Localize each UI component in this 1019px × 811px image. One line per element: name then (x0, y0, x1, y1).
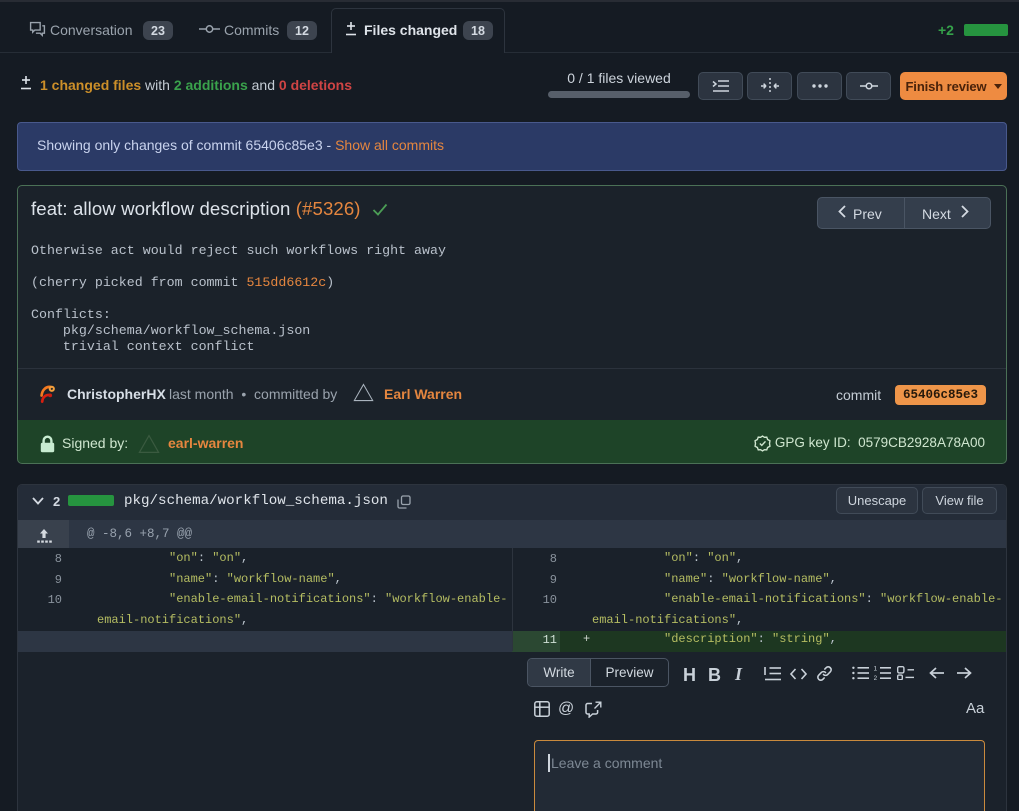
svg-text:1: 1 (874, 666, 878, 673)
svg-text:2: 2 (874, 675, 878, 680)
